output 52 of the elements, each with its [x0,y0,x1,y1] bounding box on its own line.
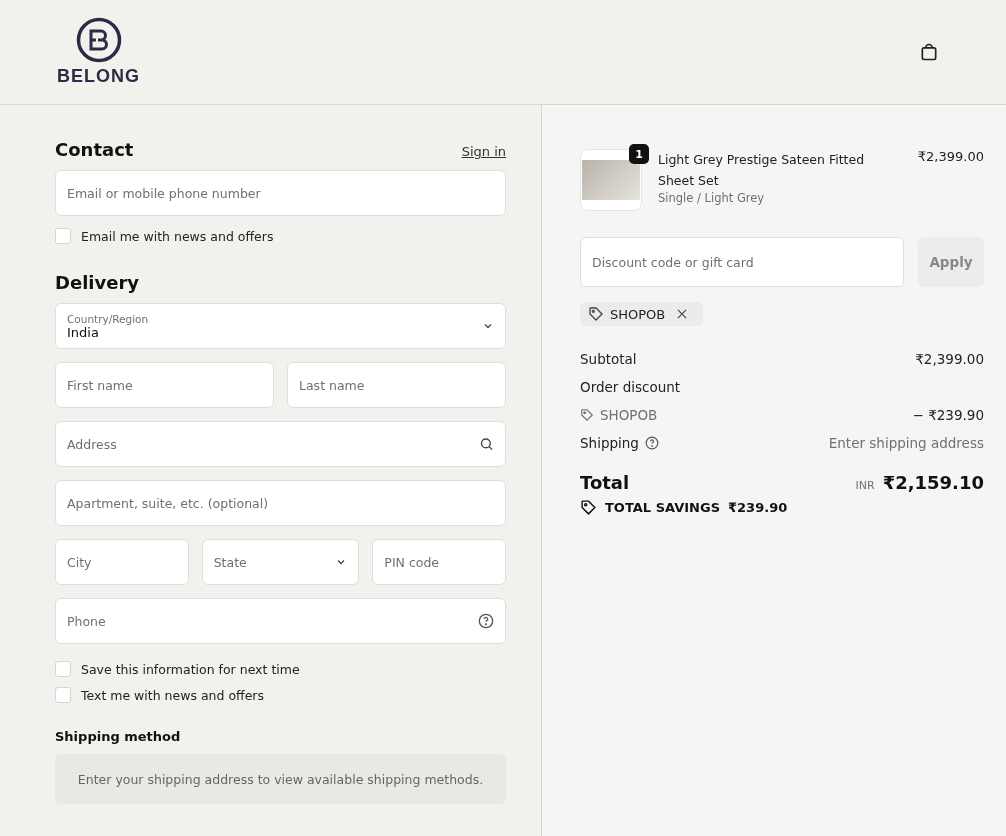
currency-code: INR [855,479,875,492]
savings-label: TOTAL SAVINGS [605,500,720,515]
shipping-notice: Enter your shipping address to view available shipping methods. [55,754,506,804]
input-field[interactable]: City [55,539,189,585]
line-label: Order discount [580,379,681,395]
line-value: − ₹239.90 [912,407,984,423]
select-field[interactable]: State [201,539,360,585]
help-icon[interactable] [644,436,659,450]
input-field[interactable]: PIN code [372,539,506,585]
product-name: Light Grey Prestige Sateen Fitted Sheet Set [658,151,866,190]
checkbox-label: Email me with news and offers [81,228,274,244]
savings-value: ₹239.90 [728,500,788,515]
line-label: Shipping [580,435,639,451]
total-value: ₹2,159.10 [882,472,984,493]
shopping-bag-icon[interactable] [919,42,939,62]
select-field[interactable]: Country/Region India [55,303,506,349]
tag-icon [588,306,604,322]
line-value: ₹2,399.00 [915,351,984,367]
line-label: Subtotal [580,351,637,367]
input-field[interactable]: First name [55,362,274,408]
discount-code: SHOPOB [600,407,658,423]
input-field[interactable]: Email or mobile phone number [55,170,506,216]
field-label: Country/Region [67,312,150,325]
section-title: Contact [55,139,134,160]
input-field[interactable]: Last name [287,362,506,408]
field-placeholder: State [213,554,248,570]
input-field[interactable]: Discount code or gift card [580,237,904,287]
section-title: Delivery [55,272,140,293]
section-title: Shipping method [55,729,182,744]
product-variant: Single / Light Grey [658,191,766,205]
tag-icon [580,499,597,516]
brand-name: BELONG [57,66,140,87]
field-value: India [67,324,99,340]
input-field[interactable]: Phone [55,598,506,644]
product-price: ₹2,399.00 [917,149,984,164]
input-field[interactable]: Apartment, suite, etc. (optional) [55,480,506,526]
checkbox[interactable] [55,228,71,244]
sign-in-link[interactable]: Sign in [461,144,506,159]
discount-code: SHOPOB [610,306,666,322]
total-label: Total [580,472,630,493]
input-field[interactable]: Address [55,421,506,467]
tag-icon [580,408,594,422]
checkbox[interactable] [55,687,71,703]
photo-placeholder [582,160,640,200]
quantity-badge: 1 [629,144,649,164]
logo-icon [75,17,122,63]
checkbox-label: Save this information for next time [81,661,300,677]
help-icon[interactable] [478,613,494,629]
search-icon [479,436,494,452]
line-value: Enter shipping address [828,435,984,451]
checkbox[interactable] [55,661,71,677]
checkbox-label: Text me with news and offers [81,687,264,703]
